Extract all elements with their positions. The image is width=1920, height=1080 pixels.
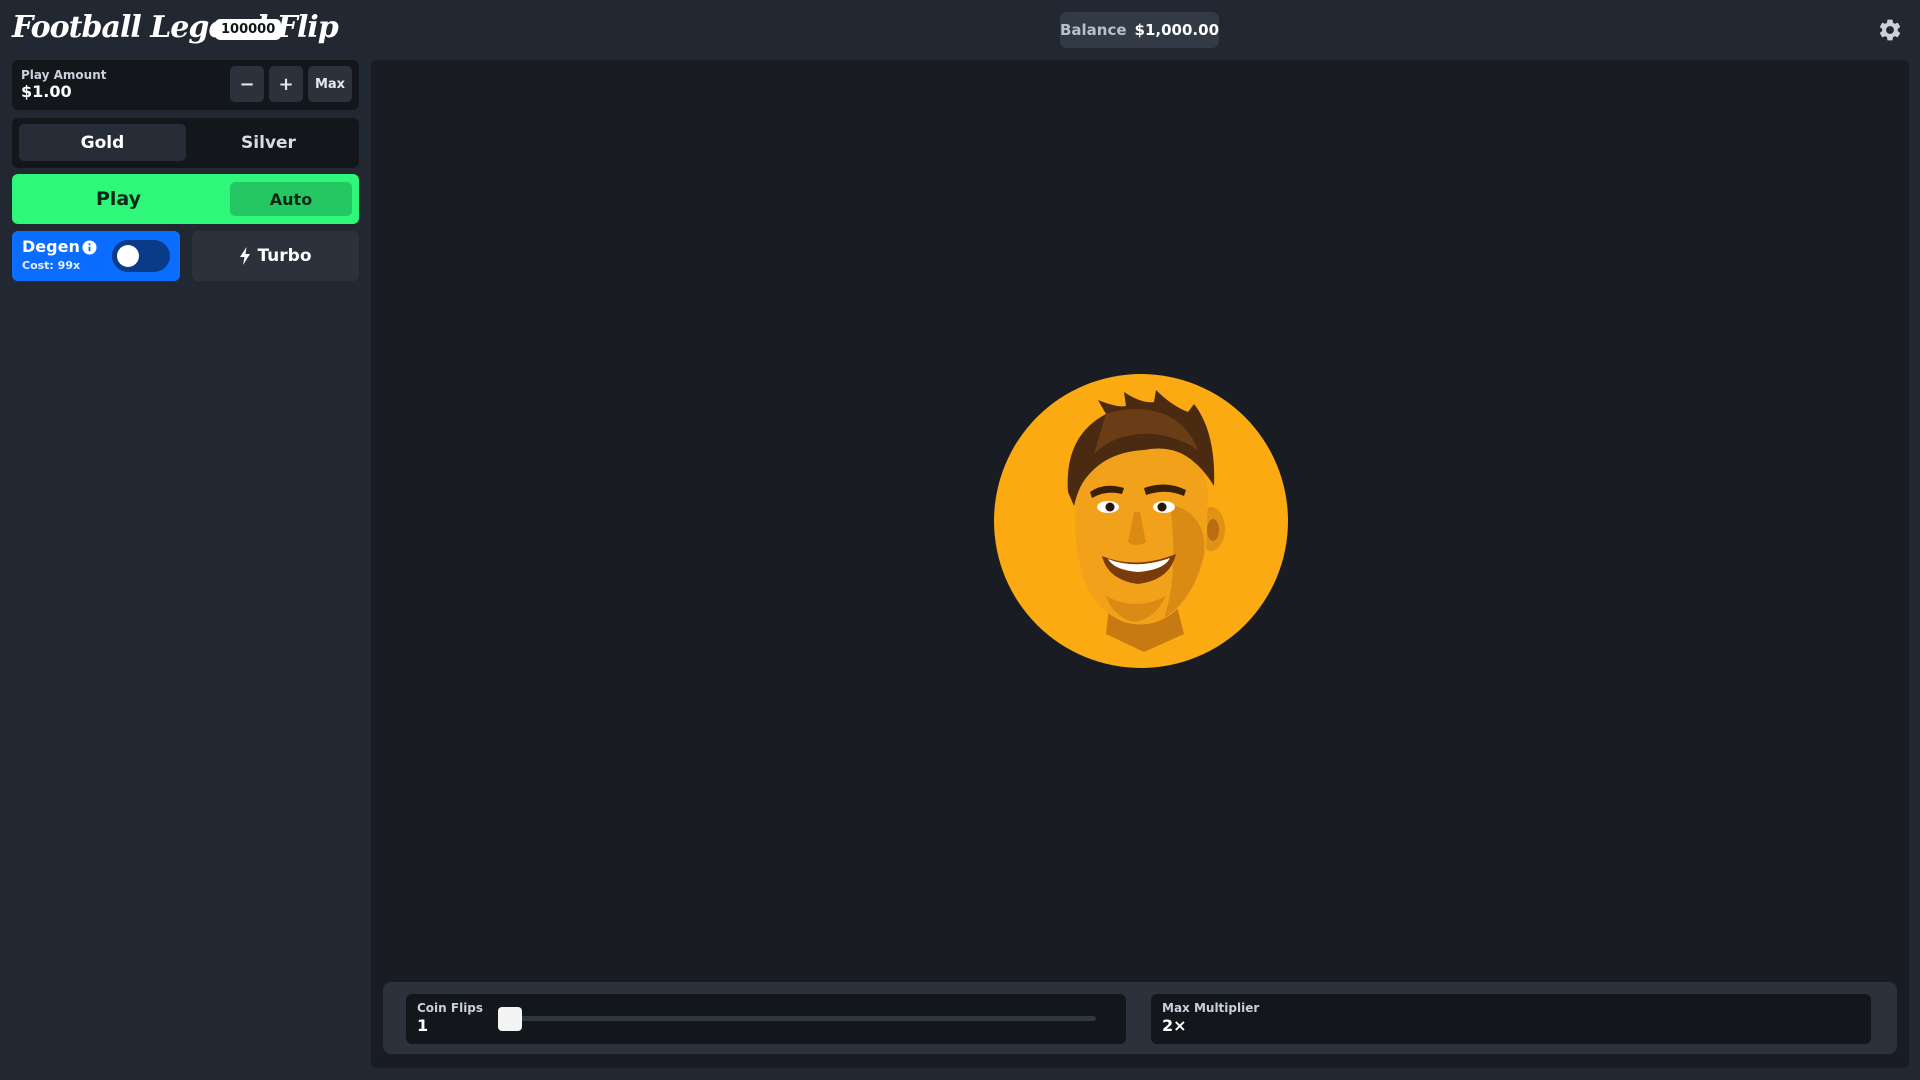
max-multiplier-label: Max Multiplier — [1162, 1001, 1260, 1015]
play-button-label: Play — [95, 188, 142, 210]
toggle-knob — [117, 245, 139, 267]
coin-flips-slider-thumb[interactable] — [498, 1007, 522, 1031]
balance-display: Balance $1,000.00 — [1060, 12, 1219, 48]
header: Football Legend Flip 100000 Balance $1,0… — [0, 0, 1920, 60]
lightning-icon — [240, 247, 251, 265]
coin-flips-value: 1 — [417, 1016, 429, 1035]
coin-type-toggle: Gold Silver — [12, 118, 359, 168]
degen-mode-card[interactable]: Degen Cost: 99x — [12, 231, 180, 281]
game-logo: Football Legend Flip — [12, 10, 339, 45]
degen-cost: Cost: 99x — [22, 259, 81, 272]
football-player-portrait — [994, 374, 1288, 668]
increase-amount-button[interactable]: + — [269, 66, 303, 102]
turbo-button[interactable]: Turbo — [192, 231, 359, 281]
degen-toggle-switch[interactable] — [112, 240, 170, 272]
game-settings-bar: Coin Flips 1 Max Multiplier 2× — [383, 982, 1897, 1054]
auto-play-button[interactable]: Auto — [230, 182, 352, 216]
max-multiplier-value: 2× — [1162, 1016, 1187, 1035]
decrease-amount-button[interactable]: − — [230, 66, 264, 102]
play-amount-value[interactable]: $1.00 — [21, 82, 72, 101]
info-icon[interactable] — [82, 240, 97, 255]
play-amount-field[interactable]: Play Amount $1.00 − + Max — [12, 60, 359, 110]
game-stage: Coin Flips 1 Max Multiplier 2× — [371, 60, 1909, 1068]
coin-flips-slider-track[interactable] — [498, 1016, 1096, 1021]
coin-flips-label: Coin Flips — [417, 1001, 484, 1015]
play-button[interactable]: Play Auto — [12, 174, 359, 224]
gear-icon[interactable] — [1877, 17, 1903, 43]
balance-value: $1,000.00 — [1134, 21, 1220, 39]
max-multiplier-panel: Max Multiplier 2× — [1151, 994, 1871, 1044]
coin-option-silver[interactable]: Silver — [185, 124, 352, 161]
coin-flips-panel: Coin Flips 1 — [406, 994, 1126, 1044]
logo-badge: 100000 — [215, 19, 282, 40]
coin[interactable] — [994, 374, 1288, 668]
degen-label: Degen — [22, 237, 80, 256]
play-amount-label: Play Amount — [21, 68, 107, 82]
coin-option-gold[interactable]: Gold — [19, 124, 186, 161]
balance-label: Balance — [1059, 21, 1127, 39]
turbo-label: Turbo — [257, 246, 312, 266]
max-amount-button[interactable]: Max — [308, 66, 352, 102]
